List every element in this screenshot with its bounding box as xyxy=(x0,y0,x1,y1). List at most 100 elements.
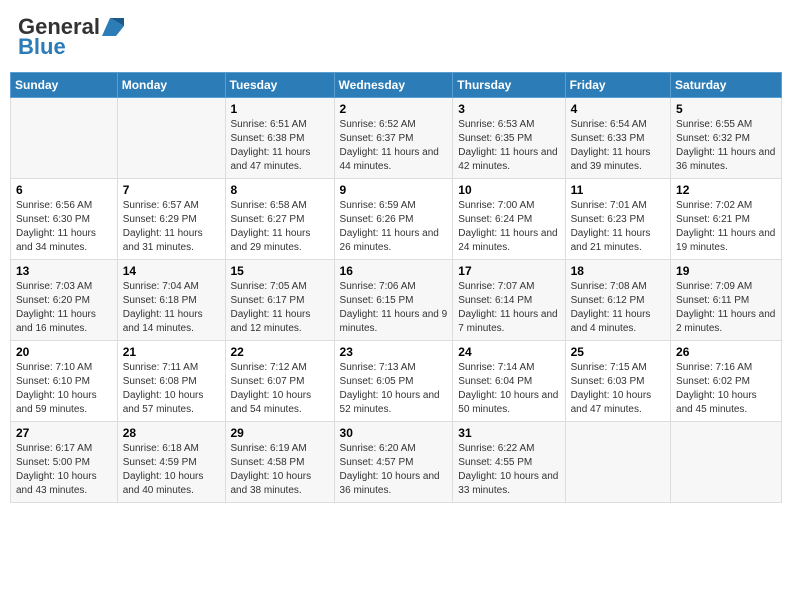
calendar-cell: 5 Sunrise: 6:55 AMSunset: 6:32 PMDaylight… xyxy=(671,98,782,179)
calendar-week-row: 6 Sunrise: 6:56 AMSunset: 6:30 PMDaylight… xyxy=(11,179,782,260)
calendar-cell: 17 Sunrise: 7:07 AMSunset: 6:14 PMDayligh… xyxy=(453,260,565,341)
calendar-cell: 31Sunrise: 6:22 AMSunset: 4:55 PMDayligh… xyxy=(453,422,565,503)
calendar-cell: 22 Sunrise: 7:12 AMSunset: 6:07 PMDayligh… xyxy=(225,341,334,422)
calendar-cell: 2 Sunrise: 6:52 AMSunset: 6:37 PMDaylight… xyxy=(334,98,453,179)
calendar-cell xyxy=(671,422,782,503)
day-info: Sunrise: 7:07 AMSunset: 6:14 PMDaylight:… xyxy=(458,280,559,336)
calendar-cell: 21Sunrise: 7:11 AMSunset: 6:08 PMDayligh… xyxy=(117,341,225,422)
day-info: Sunrise: 6:56 AMSunset: 6:30 PMDaylight:… xyxy=(16,199,112,255)
day-info: Sunrise: 7:15 AMSunset: 6:03 PMDaylight:… xyxy=(571,361,665,417)
calendar-cell xyxy=(565,422,670,503)
calendar-cell: 27 Sunrise: 6:17 AMSunset: 5:00 PMDayligh… xyxy=(11,422,118,503)
day-number: 6 xyxy=(16,183,112,197)
day-number: 9 xyxy=(340,183,448,197)
day-info: Sunrise: 6:57 AMSunset: 6:29 PMDaylight:… xyxy=(123,199,220,255)
calendar-cell: 11 Sunrise: 7:01 AMSunset: 6:23 PMDayligh… xyxy=(565,179,670,260)
page-header: General Blue xyxy=(10,10,782,64)
day-number: 27 xyxy=(16,426,112,440)
day-number: 19 xyxy=(676,264,776,278)
calendar-cell: 28Sunrise: 6:18 AMSunset: 4:59 PMDayligh… xyxy=(117,422,225,503)
calendar-cell: 12Sunrise: 7:02 AMSunset: 6:21 PMDayligh… xyxy=(671,179,782,260)
day-number: 2 xyxy=(340,102,448,116)
day-number: 4 xyxy=(571,102,665,116)
day-info: Sunrise: 7:00 AMSunset: 6:24 PMDaylight:… xyxy=(458,199,559,255)
day-info: Sunrise: 7:03 AMSunset: 6:20 PMDaylight:… xyxy=(16,280,112,336)
day-info: Sunrise: 6:52 AMSunset: 6:37 PMDaylight:… xyxy=(340,118,448,174)
day-header-wednesday: Wednesday xyxy=(334,73,453,98)
day-number: 20 xyxy=(16,345,112,359)
day-number: 18 xyxy=(571,264,665,278)
day-header-thursday: Thursday xyxy=(453,73,565,98)
day-info: Sunrise: 6:18 AMSunset: 4:59 PMDaylight:… xyxy=(123,442,220,498)
day-number: 30 xyxy=(340,426,448,440)
calendar-week-row: 20 Sunrise: 7:10 AMSunset: 6:10 PMDayligh… xyxy=(11,341,782,422)
day-header-tuesday: Tuesday xyxy=(225,73,334,98)
day-info: Sunrise: 7:09 AMSunset: 6:11 PMDaylight:… xyxy=(676,280,776,336)
calendar-cell: 10 Sunrise: 7:00 AMSunset: 6:24 PMDayligh… xyxy=(453,179,565,260)
calendar-cell: 24 Sunrise: 7:14 AMSunset: 6:04 PMDayligh… xyxy=(453,341,565,422)
day-info: Sunrise: 7:10 AMSunset: 6:10 PMDaylight:… xyxy=(16,361,112,417)
calendar-cell: 29 Sunrise: 6:19 AMSunset: 4:58 PMDayligh… xyxy=(225,422,334,503)
day-info: Sunrise: 7:14 AMSunset: 6:04 PMDaylight:… xyxy=(458,361,559,417)
logo: General Blue xyxy=(18,14,124,60)
calendar-week-row: 13 Sunrise: 7:03 AMSunset: 6:20 PMDayligh… xyxy=(11,260,782,341)
calendar-cell: 18 Sunrise: 7:08 AMSunset: 6:12 PMDayligh… xyxy=(565,260,670,341)
day-number: 22 xyxy=(231,345,329,359)
day-info: Sunrise: 7:12 AMSunset: 6:07 PMDaylight:… xyxy=(231,361,329,417)
day-number: 29 xyxy=(231,426,329,440)
calendar-cell: 16 Sunrise: 7:06 AMSunset: 6:15 PMDayligh… xyxy=(334,260,453,341)
day-info: Sunrise: 7:02 AMSunset: 6:21 PMDaylight:… xyxy=(676,199,776,255)
calendar-week-row: 1Sunrise: 6:51 AMSunset: 6:38 PMDaylight… xyxy=(11,98,782,179)
day-header-friday: Friday xyxy=(565,73,670,98)
day-number: 11 xyxy=(571,183,665,197)
day-info: Sunrise: 6:17 AMSunset: 5:00 PMDaylight:… xyxy=(16,442,112,498)
day-number: 23 xyxy=(340,345,448,359)
day-info: Sunrise: 7:06 AMSunset: 6:15 PMDaylight:… xyxy=(340,280,448,336)
calendar-table: SundayMondayTuesdayWednesdayThursdayFrid… xyxy=(10,72,782,503)
calendar-cell: 1Sunrise: 6:51 AMSunset: 6:38 PMDaylight… xyxy=(225,98,334,179)
day-info: Sunrise: 7:08 AMSunset: 6:12 PMDaylight:… xyxy=(571,280,665,336)
day-header-monday: Monday xyxy=(117,73,225,98)
day-info: Sunrise: 7:16 AMSunset: 6:02 PMDaylight:… xyxy=(676,361,776,417)
calendar-cell xyxy=(117,98,225,179)
calendar-cell: 30 Sunrise: 6:20 AMSunset: 4:57 PMDayligh… xyxy=(334,422,453,503)
calendar-cell: 13 Sunrise: 7:03 AMSunset: 6:20 PMDayligh… xyxy=(11,260,118,341)
calendar-week-row: 27 Sunrise: 6:17 AMSunset: 5:00 PMDayligh… xyxy=(11,422,782,503)
day-header-sunday: Sunday xyxy=(11,73,118,98)
day-number: 21 xyxy=(123,345,220,359)
day-info: Sunrise: 6:55 AMSunset: 6:32 PMDaylight:… xyxy=(676,118,776,174)
calendar-cell xyxy=(11,98,118,179)
day-info: Sunrise: 6:19 AMSunset: 4:58 PMDaylight:… xyxy=(231,442,329,498)
day-number: 14 xyxy=(123,264,220,278)
day-info: Sunrise: 7:01 AMSunset: 6:23 PMDaylight:… xyxy=(571,199,665,255)
day-number: 5 xyxy=(676,102,776,116)
day-info: Sunrise: 7:04 AMSunset: 6:18 PMDaylight:… xyxy=(123,280,220,336)
day-info: Sunrise: 6:59 AMSunset: 6:26 PMDaylight:… xyxy=(340,199,448,255)
day-number: 8 xyxy=(231,183,329,197)
calendar-cell: 14 Sunrise: 7:04 AMSunset: 6:18 PMDayligh… xyxy=(117,260,225,341)
calendar-cell: 6 Sunrise: 6:56 AMSunset: 6:30 PMDaylight… xyxy=(11,179,118,260)
calendar-cell: 20 Sunrise: 7:10 AMSunset: 6:10 PMDayligh… xyxy=(11,341,118,422)
day-number: 1 xyxy=(231,102,329,116)
day-number: 17 xyxy=(458,264,559,278)
calendar-header-row: SundayMondayTuesdayWednesdayThursdayFrid… xyxy=(11,73,782,98)
day-number: 25 xyxy=(571,345,665,359)
day-number: 26 xyxy=(676,345,776,359)
calendar-cell: 23Sunrise: 7:13 AMSunset: 6:05 PMDayligh… xyxy=(334,341,453,422)
day-number: 15 xyxy=(231,264,329,278)
day-number: 10 xyxy=(458,183,559,197)
day-info: Sunrise: 7:05 AMSunset: 6:17 PMDaylight:… xyxy=(231,280,329,336)
calendar-cell: 4Sunrise: 6:54 AMSunset: 6:33 PMDaylight… xyxy=(565,98,670,179)
day-number: 3 xyxy=(458,102,559,116)
calendar-cell: 15 Sunrise: 7:05 AMSunset: 6:17 PMDayligh… xyxy=(225,260,334,341)
calendar-cell: 26 Sunrise: 7:16 AMSunset: 6:02 PMDayligh… xyxy=(671,341,782,422)
day-info: Sunrise: 6:58 AMSunset: 6:27 PMDaylight:… xyxy=(231,199,329,255)
day-number: 24 xyxy=(458,345,559,359)
day-number: 13 xyxy=(16,264,112,278)
day-info: Sunrise: 6:20 AMSunset: 4:57 PMDaylight:… xyxy=(340,442,448,498)
day-number: 7 xyxy=(123,183,220,197)
day-number: 31 xyxy=(458,426,559,440)
calendar-cell: 19 Sunrise: 7:09 AMSunset: 6:11 PMDayligh… xyxy=(671,260,782,341)
day-number: 16 xyxy=(340,264,448,278)
calendar-cell: 8 Sunrise: 6:58 AMSunset: 6:27 PMDaylight… xyxy=(225,179,334,260)
